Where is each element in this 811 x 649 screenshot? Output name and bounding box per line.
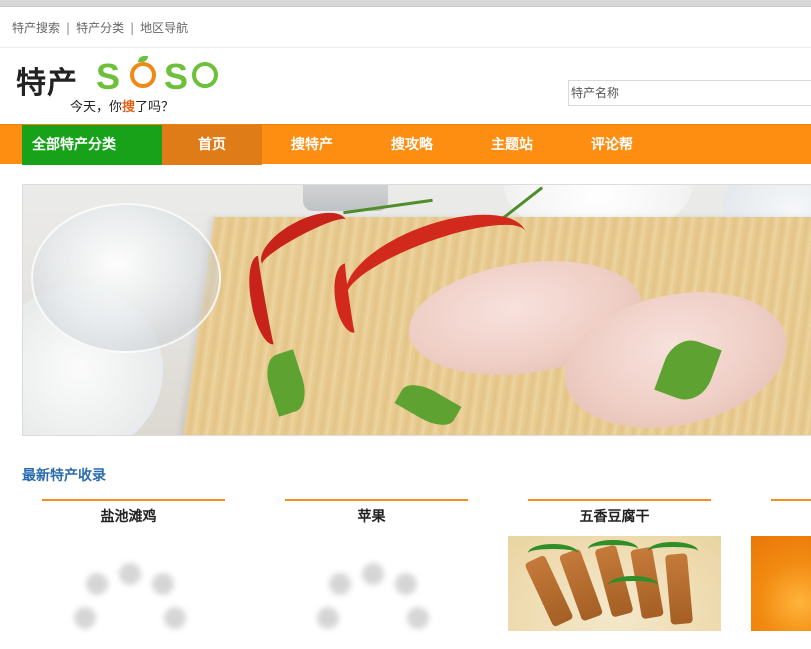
nav-item-theme-station[interactable]: 主题站 (462, 125, 562, 165)
nav-item-home[interactable]: 首页 (162, 125, 262, 165)
logo-orange-o (130, 62, 156, 88)
main-nav: 全部特产分类 首页 搜特产 搜攻略 主题站 评论帮 (0, 124, 811, 165)
browser-top-strip (0, 0, 811, 7)
top-link-region-nav[interactable]: 地区导航 (140, 21, 188, 35)
loading-spinner-icon (315, 559, 435, 649)
product-name[interactable]: 盐池滩鸡 (22, 506, 235, 526)
logo-leaf-icon (138, 56, 148, 62)
loading-spinner-icon (72, 559, 192, 649)
nav-item-reviews[interactable]: 评论帮 (562, 125, 662, 165)
nav-item-search-products[interactable]: 搜特产 (262, 125, 362, 165)
top-link-categories[interactable]: 特产分类 (76, 21, 124, 35)
glass-bowl (31, 203, 221, 353)
site-logo[interactable]: 特产 S S 今天，你搜了吗？ (16, 56, 218, 120)
hero-banner-image[interactable] (22, 184, 811, 436)
product-image[interactable] (508, 536, 721, 631)
product-name[interactable]: 苹果 (265, 506, 478, 526)
logo-letter-s2: S (164, 56, 189, 97)
product-name[interactable]: 五香豆腐干 (508, 506, 721, 526)
product-image[interactable] (751, 536, 811, 631)
search-input[interactable] (568, 80, 811, 106)
logo-green-o (192, 62, 218, 88)
top-links-bar: 特产搜索 | 特产分类 | 地区导航 (0, 7, 811, 48)
all-categories-button[interactable]: 全部特产分类 (22, 125, 162, 165)
logo-letter-s1: S (96, 56, 121, 97)
section-title-latest: 最新特产收录 (22, 468, 106, 484)
logo-slogan: 今天，你搜了吗？ (70, 100, 175, 115)
logo-text-cn: 特产 (16, 66, 78, 101)
top-link-search[interactable]: 特产搜索 (12, 21, 60, 35)
nav-item-search-guides[interactable]: 搜攻略 (362, 125, 462, 165)
